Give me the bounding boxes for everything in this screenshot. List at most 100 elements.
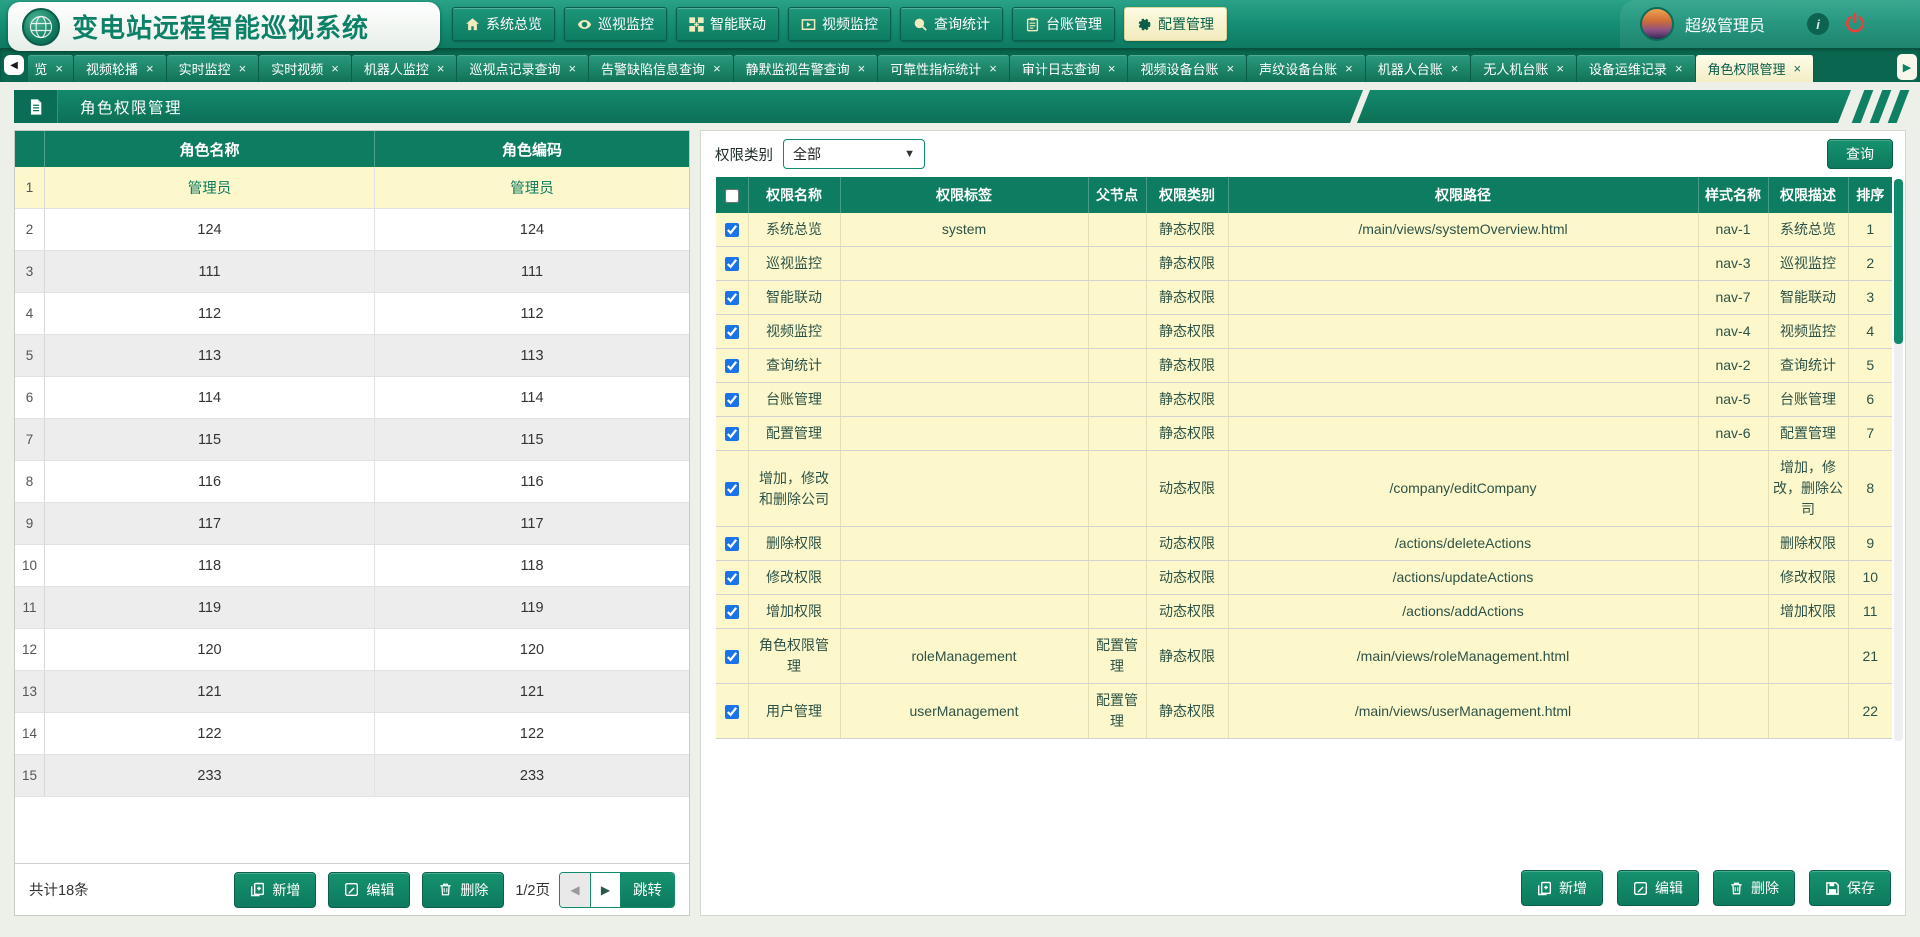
power-logout-icon[interactable] bbox=[1843, 12, 1867, 36]
row-checkbox[interactable] bbox=[725, 325, 739, 339]
role-row[interactable]: 3111111 bbox=[15, 251, 689, 293]
prev-page-button[interactable]: ◀ bbox=[560, 873, 590, 907]
select-all-checkbox[interactable] bbox=[725, 189, 739, 203]
jump-page-button[interactable]: 跳转 bbox=[620, 873, 674, 907]
close-icon[interactable]: × bbox=[55, 61, 63, 76]
row-checkbox[interactable] bbox=[725, 291, 739, 305]
role-row[interactable]: 2124124 bbox=[15, 209, 689, 251]
next-page-button[interactable]: ▶ bbox=[590, 873, 620, 907]
nav-ledger-management-button[interactable]: 台账管理 bbox=[1012, 7, 1115, 41]
close-icon[interactable]: × bbox=[239, 61, 247, 76]
tabs-scroll-right-button[interactable]: ▶ bbox=[1897, 54, 1917, 80]
perm-save-button[interactable]: 保存 bbox=[1809, 870, 1891, 906]
permission-row[interactable]: 用户管理userManagement配置管理静态权限/main/views/us… bbox=[716, 684, 1892, 739]
role-row[interactable]: 5113113 bbox=[15, 335, 689, 377]
permission-row[interactable]: 增加权限动态权限/actions/addActions增加权限11 bbox=[716, 595, 1892, 629]
close-icon[interactable]: × bbox=[989, 61, 997, 76]
row-checkbox[interactable] bbox=[725, 482, 739, 496]
close-icon[interactable]: × bbox=[1794, 61, 1802, 76]
tab-active[interactable]: 角色权限管理× bbox=[1696, 55, 1815, 82]
tabs-scroll-left-button[interactable]: ◀ bbox=[4, 55, 24, 75]
role-row[interactable]: 12120120 bbox=[15, 629, 689, 671]
permission-row[interactable]: 配置管理静态权限nav-6配置管理7 bbox=[716, 417, 1892, 451]
close-icon[interactable]: × bbox=[1345, 61, 1353, 76]
tab[interactable]: 视频设备台账× bbox=[1128, 55, 1247, 82]
permission-row[interactable]: 视频监控静态权限nav-4视频监控4 bbox=[716, 315, 1892, 349]
tab[interactable]: 视频轮播× bbox=[74, 55, 167, 82]
permission-row[interactable]: 系统总览system静态权限/main/views/systemOverview… bbox=[716, 213, 1892, 247]
row-checkbox[interactable] bbox=[725, 705, 739, 719]
role-row[interactable]: 13121121 bbox=[15, 671, 689, 713]
tab[interactable]: 实时视频× bbox=[259, 55, 352, 82]
info-icon[interactable]: i bbox=[1807, 13, 1829, 35]
permission-row[interactable]: 增加，修改和删除公司动态权限/company/editCompany增加，修改，… bbox=[716, 451, 1892, 527]
nav-inspection-monitor-button[interactable]: 巡视监控 bbox=[564, 7, 667, 41]
nav-system-overview-button[interactable]: 系统总览 bbox=[452, 7, 555, 41]
close-icon[interactable]: × bbox=[1227, 61, 1235, 76]
tab[interactable]: 览× bbox=[28, 55, 74, 82]
perm-edit-button[interactable]: 编辑 bbox=[1617, 870, 1699, 906]
tab[interactable]: 实时监控× bbox=[167, 55, 260, 82]
role-row[interactable]: 6114114 bbox=[15, 377, 689, 419]
tab[interactable]: 设备运维记录× bbox=[1577, 55, 1696, 82]
perm-add-button[interactable]: 新增 bbox=[1521, 870, 1603, 906]
tab[interactable]: 巡视点记录查询× bbox=[457, 55, 589, 82]
row-checkbox[interactable] bbox=[725, 393, 739, 407]
row-checkbox[interactable] bbox=[725, 537, 739, 551]
role-add-button[interactable]: 新增 bbox=[234, 872, 316, 908]
permission-row[interactable]: 巡视监控静态权限nav-3巡视监控2 bbox=[716, 247, 1892, 281]
role-edit-button[interactable]: 编辑 bbox=[328, 872, 410, 908]
close-icon[interactable]: × bbox=[437, 61, 445, 76]
close-icon[interactable]: × bbox=[1675, 61, 1683, 76]
role-delete-button[interactable]: 删除 bbox=[422, 872, 504, 908]
role-row[interactable]: 11119119 bbox=[15, 587, 689, 629]
tab[interactable]: 可靠性指标统计× bbox=[878, 55, 1010, 82]
role-row[interactable]: 15233233 bbox=[15, 755, 689, 797]
role-row[interactable]: 9117117 bbox=[15, 503, 689, 545]
close-icon[interactable]: × bbox=[713, 61, 721, 76]
tab[interactable]: 机器人台账× bbox=[1366, 55, 1472, 82]
nav-config-management-button[interactable]: 配置管理 bbox=[1124, 7, 1227, 41]
permission-row[interactable]: 智能联动静态权限nav-7智能联动3 bbox=[716, 281, 1892, 315]
close-icon[interactable]: × bbox=[568, 61, 576, 76]
permission-row[interactable]: 查询统计静态权限nav-2查询统计5 bbox=[716, 349, 1892, 383]
nav-query-stats-button[interactable]: 查询统计 bbox=[900, 7, 1003, 41]
tab[interactable]: 静默监视告警查询× bbox=[734, 55, 879, 82]
row-checkbox[interactable] bbox=[725, 605, 739, 619]
scrollbar-thumb[interactable] bbox=[1894, 179, 1903, 344]
row-checkbox[interactable] bbox=[725, 571, 739, 585]
scrollbar[interactable] bbox=[1894, 179, 1903, 741]
close-icon[interactable]: × bbox=[1451, 61, 1459, 76]
permission-row[interactable]: 删除权限动态权限/actions/deleteActions删除权限9 bbox=[716, 527, 1892, 561]
tab[interactable]: 无人机台账× bbox=[1471, 55, 1577, 82]
close-icon[interactable]: × bbox=[1556, 61, 1564, 76]
tab[interactable]: 告警缺陷信息查询× bbox=[589, 55, 734, 82]
tab[interactable]: 机器人监控× bbox=[352, 55, 458, 82]
permission-row[interactable]: 角色权限管理roleManagement配置管理静态权限/main/views/… bbox=[716, 629, 1892, 684]
role-row[interactable]: 8116116 bbox=[15, 461, 689, 503]
row-checkbox[interactable] bbox=[725, 359, 739, 373]
permission-row[interactable]: 台账管理静态权限nav-5台账管理6 bbox=[716, 383, 1892, 417]
role-row[interactable]: 4112112 bbox=[15, 293, 689, 335]
tab[interactable]: 审计日志查询× bbox=[1010, 55, 1129, 82]
role-row[interactable]: 7115115 bbox=[15, 419, 689, 461]
close-icon[interactable]: × bbox=[146, 61, 154, 76]
row-checkbox[interactable] bbox=[725, 427, 739, 441]
permission-row[interactable]: 修改权限动态权限/actions/updateActions修改权限10 bbox=[716, 561, 1892, 595]
tab[interactable]: 声纹设备台账× bbox=[1247, 55, 1366, 82]
perm-delete-button[interactable]: 删除 bbox=[1713, 870, 1795, 906]
role-row[interactable]: 10118118 bbox=[15, 545, 689, 587]
nav-video-monitor-button[interactable]: 视频监控 bbox=[788, 7, 891, 41]
row-checkbox[interactable] bbox=[725, 223, 739, 237]
row-checkbox[interactable] bbox=[725, 650, 739, 664]
nav-smart-linkage-button[interactable]: 智能联动 bbox=[676, 7, 779, 41]
role-row[interactable]: 1管理员管理员 bbox=[15, 167, 689, 209]
search-button[interactable]: 查询 bbox=[1827, 139, 1893, 169]
row-checkbox[interactable] bbox=[725, 257, 739, 271]
permission-type-select[interactable]: 全部 ▼ bbox=[783, 139, 925, 169]
close-icon[interactable]: × bbox=[858, 61, 866, 76]
close-icon[interactable]: × bbox=[1108, 61, 1116, 76]
close-icon[interactable]: × bbox=[331, 61, 339, 76]
user-avatar[interactable] bbox=[1640, 7, 1674, 41]
role-row[interactable]: 14122122 bbox=[15, 713, 689, 755]
